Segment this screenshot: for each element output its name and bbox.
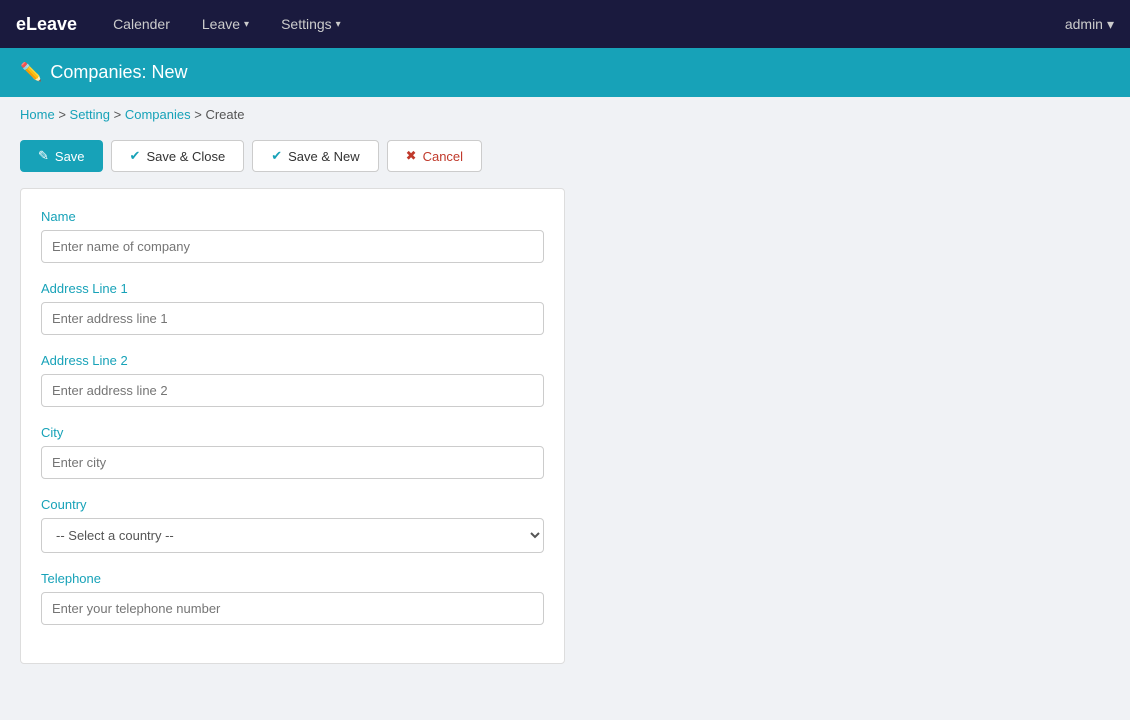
country-select[interactable]: -- Select a country --	[41, 518, 544, 553]
address1-label: Address Line 1	[41, 281, 544, 296]
save-new-button[interactable]: ✔ Save & New	[252, 140, 378, 172]
nav-item-calendar[interactable]: Calender	[101, 8, 182, 40]
company-form-card: Name Address Line 1 Address Line 2 City …	[20, 188, 565, 664]
save-new-check-icon: ✔	[271, 148, 282, 164]
nav-item-leave[interactable]: Leave ▾	[190, 8, 261, 40]
save-icon: ✎	[38, 148, 49, 164]
navbar: eLeave Calender Leave ▾ Settings ▾ admin…	[0, 0, 1130, 48]
toolbar: ✎ Save ✔ Save & Close ✔ Save & New ✖ Can…	[0, 132, 1130, 180]
country-group: Country -- Select a country --	[41, 497, 544, 553]
save-close-check-icon: ✔	[130, 148, 141, 164]
page-header: ✏️ Companies: New	[0, 48, 1130, 97]
address2-group: Address Line 2	[41, 353, 544, 407]
page-header-icon: ✏️	[20, 62, 42, 83]
user-menu[interactable]: admin ▾	[1065, 16, 1114, 33]
breadcrumb-home[interactable]: Home	[20, 107, 55, 122]
telephone-group: Telephone	[41, 571, 544, 625]
name-input[interactable]	[41, 230, 544, 263]
telephone-label: Telephone	[41, 571, 544, 586]
telephone-input[interactable]	[41, 592, 544, 625]
breadcrumb-current: Create	[205, 107, 244, 122]
save-button[interactable]: ✎ Save	[20, 140, 103, 172]
country-label: Country	[41, 497, 544, 512]
navbar-brand[interactable]: eLeave	[16, 14, 77, 35]
leave-dropdown-arrow: ▾	[244, 19, 249, 30]
user-label: admin	[1065, 16, 1103, 32]
breadcrumb: Home > Setting > Companies > Create	[0, 97, 1130, 132]
address1-input[interactable]	[41, 302, 544, 335]
city-group: City	[41, 425, 544, 479]
cancel-button[interactable]: ✖ Cancel	[387, 140, 482, 172]
navbar-nav: Calender Leave ▾ Settings ▾	[101, 8, 1065, 40]
city-input[interactable]	[41, 446, 544, 479]
cancel-x-icon: ✖	[406, 148, 417, 164]
breadcrumb-companies[interactable]: Companies	[125, 107, 191, 122]
city-label: City	[41, 425, 544, 440]
save-close-button[interactable]: ✔ Save & Close	[111, 140, 245, 172]
settings-dropdown-arrow: ▾	[336, 19, 341, 30]
name-group: Name	[41, 209, 544, 263]
address2-label: Address Line 2	[41, 353, 544, 368]
nav-item-settings[interactable]: Settings ▾	[269, 8, 353, 40]
user-dropdown-arrow: ▾	[1107, 16, 1114, 33]
breadcrumb-setting[interactable]: Setting	[70, 107, 110, 122]
address1-group: Address Line 1	[41, 281, 544, 335]
address2-input[interactable]	[41, 374, 544, 407]
page-title: Companies: New	[50, 62, 187, 83]
name-label: Name	[41, 209, 544, 224]
